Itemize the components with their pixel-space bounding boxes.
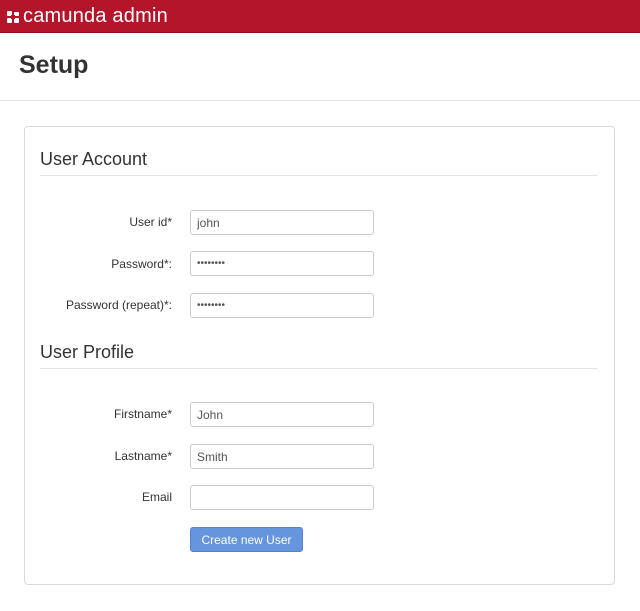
brand-link[interactable]: camunda admin — [7, 3, 168, 29]
page-title: Setup — [19, 51, 89, 79]
password-input[interactable] — [190, 251, 374, 276]
password-repeat-label: Password (repeat)*: — [65, 298, 172, 312]
user-id-input[interactable] — [190, 210, 374, 235]
password-label: Password*: — [111, 257, 172, 271]
camunda-logo-icon — [7, 10, 19, 23]
user-id-label: User id* — [129, 215, 172, 229]
section-divider — [40, 175, 598, 176]
lastname-input[interactable] — [190, 444, 374, 469]
brand-text: camunda admin — [23, 4, 168, 27]
lastname-label: Lastname* — [114, 449, 172, 463]
page-header: Setup — [0, 33, 640, 101]
user-account-heading: User Account — [40, 149, 148, 169]
section-divider — [40, 368, 598, 369]
firstname-input[interactable] — [190, 402, 374, 427]
password-repeat-input[interactable] — [190, 293, 374, 318]
create-user-button[interactable]: Create new User — [190, 527, 303, 552]
setup-form: User Account User id* Password*: Passwor… — [24, 126, 615, 585]
email-input[interactable] — [190, 485, 374, 510]
top-navbar: camunda admin — [0, 0, 640, 33]
firstname-label: Firstname* — [113, 407, 172, 421]
email-label: Email — [141, 490, 172, 504]
user-profile-heading: User Profile — [40, 342, 135, 362]
